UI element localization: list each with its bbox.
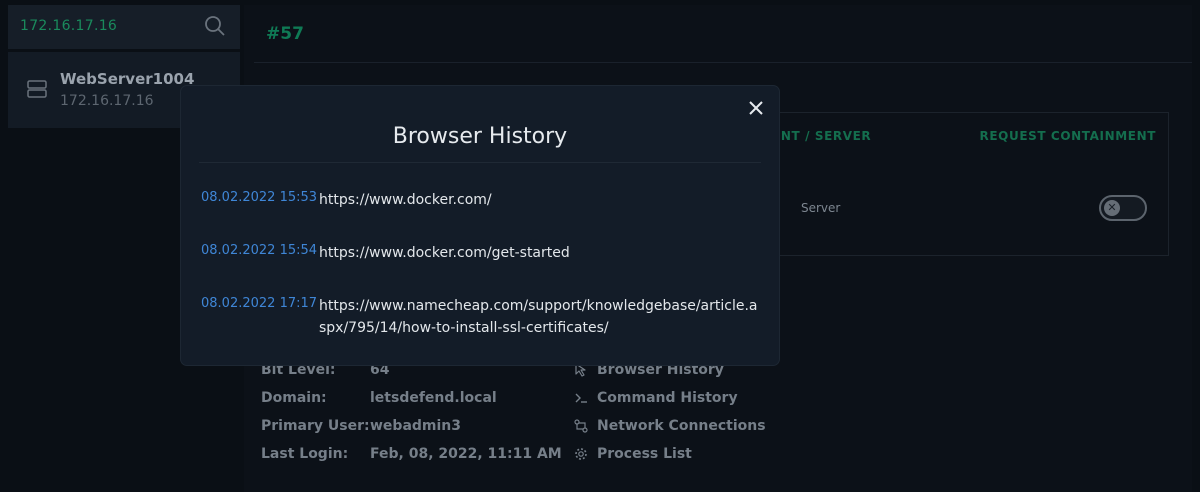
containment-table: IENT / SERVER REQUEST CONTAINMENT Server… <box>744 112 1169 256</box>
info-label-primary-user: Primary User: <box>261 418 370 434</box>
containment-toggle[interactable]: ✕ <box>1099 195 1147 221</box>
history-url[interactable]: https://www.docker.com/ <box>319 189 759 211</box>
cursor-icon <box>575 363 586 377</box>
modal-divider <box>199 162 761 163</box>
toggle-off-icon: ✕ <box>1104 200 1120 216</box>
search-bar[interactable]: 172.16.17.16 <box>8 5 240 49</box>
search-input[interactable]: 172.16.17.16 <box>20 18 117 34</box>
history-timestamp: 08.02.2022 15:54 <box>201 243 318 258</box>
history-timestamp: 08.02.2022 17:17 <box>201 296 318 311</box>
info-value-last-login: Feb, 08, 2022, 11:11 AM <box>370 446 562 462</box>
column-header-request-containment: REQUEST CONTAINMENT <box>979 129 1156 143</box>
column-header-client-server: IENT / SERVER <box>767 129 872 143</box>
close-icon[interactable] <box>747 99 765 117</box>
info-label-domain: Domain: <box>261 390 327 406</box>
info-label-last-login: Last Login: <box>261 446 349 462</box>
modal-title: Browser History <box>392 124 568 149</box>
network-icon <box>574 419 588 433</box>
process-list-label: Process List <box>597 446 692 462</box>
history-url[interactable]: https://www.namecheap.com/support/knowle… <box>319 295 759 339</box>
terminal-icon <box>575 393 587 403</box>
server-icon <box>27 80 47 98</box>
info-value-primary-user: webadmin3 <box>370 418 462 434</box>
browser-history-modal: Browser History 08.02.2022 15:53 https:/… <box>181 86 779 365</box>
main-header: #57 <box>254 5 1192 63</box>
search-icon[interactable] <box>204 15 226 37</box>
history-url[interactable]: https://www.docker.com/get-started <box>319 242 759 264</box>
page-title: #57 <box>266 24 304 44</box>
gear-icon <box>575 448 587 460</box>
host-ip: 172.16.17.16 <box>60 93 154 109</box>
host-type-cell: Server <box>801 201 841 215</box>
host-name: WebServer1004 <box>60 70 195 88</box>
history-timestamp: 08.02.2022 15:53 <box>201 190 318 205</box>
info-value-domain: letsdefend.local <box>370 390 497 406</box>
command-history-label: Command History <box>597 390 738 406</box>
network-connections-label: Network Connections <box>597 418 766 434</box>
